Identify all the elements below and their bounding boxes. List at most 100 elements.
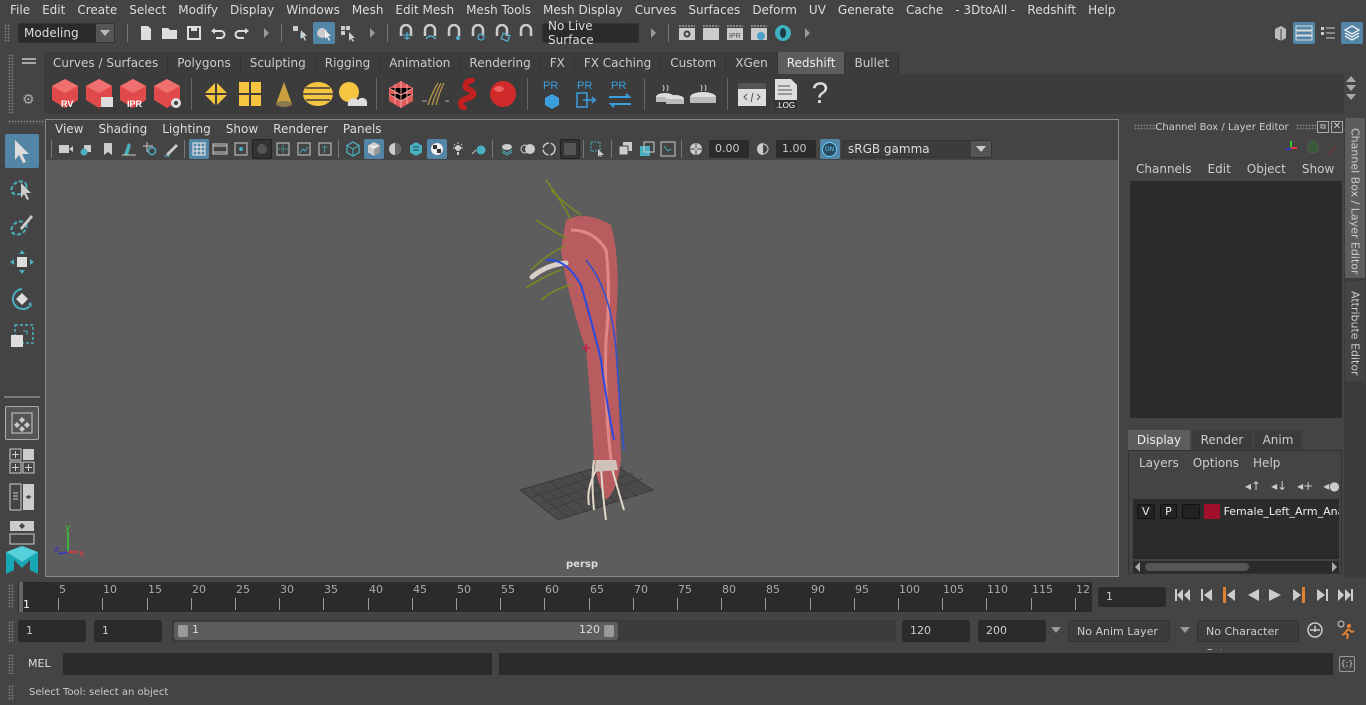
textured-toggle[interactable] [406,139,426,159]
redshift-render-view-button[interactable]: RV [49,77,81,111]
color-space-dropdown[interactable]: sRGB gamma [842,140,992,158]
script-editor-icon[interactable]: {;} [1339,656,1355,672]
safe-title-toggle[interactable]: T [315,139,335,159]
show-menu[interactable]: Show [1294,162,1342,176]
side-tab-attribute-editor[interactable]: Attribute Editor [1345,281,1365,381]
bake-pies-button[interactable] [653,77,685,111]
ipr-render-button[interactable]: IPR [724,22,746,44]
layer-display-type-toggle[interactable] [1182,503,1200,519]
menu-edit-mesh[interactable]: Edit Mesh [389,0,460,20]
shelf-tab-bullet[interactable]: Bullet [845,52,900,74]
log-button[interactable]: .LOG [770,77,802,111]
live-surface-field[interactable]: No Live Surface [542,19,639,47]
layer-tab-render[interactable]: Render [1192,430,1252,450]
mel-label[interactable]: MEL [28,657,51,670]
field-chart-toggle[interactable] [273,139,293,159]
chevron-down-icon[interactable] [1180,627,1190,633]
new-scene-button[interactable] [135,22,157,44]
clone-panel-button[interactable] [616,139,636,159]
menu-mesh-tools[interactable]: Mesh Tools [460,0,537,20]
menu-mesh[interactable]: Mesh [346,0,390,20]
viewport-panel[interactable]: View Shading Lighting Show Renderer Pane… [45,119,1119,577]
range-start-handle[interactable] [178,625,188,637]
anim-layer-dropdown[interactable]: No Anim Layer [1068,620,1170,642]
grease-pencil-button[interactable] [161,139,181,159]
channels-menu[interactable]: Channels [1130,162,1200,176]
shelf-tab-xgen[interactable]: XGen [726,52,778,74]
menu-surfaces[interactable]: Surfaces [682,0,746,20]
snap-grid-button[interactable] [395,22,417,44]
shelf-scroll-arrows[interactable] [1346,76,1356,112]
rotate-tool-button[interactable] [5,282,39,316]
side-tab-channel-box[interactable]: Channel Box / Layer Editor [1345,118,1365,278]
redshift-sphere-button[interactable] [487,77,519,111]
layer-visibility-toggle[interactable]: V [1137,503,1155,519]
vp-menu-lighting[interactable]: Lighting [156,122,220,136]
modeling-toolkit-button[interactable] [1269,22,1291,44]
character-set-dropdown[interactable]: No Character Set [1197,620,1299,660]
redshift-sun-sky-button[interactable] [336,77,368,111]
playback-start-field[interactable]: 1 [94,620,162,642]
shelf-tab-redshift[interactable]: Redshift [777,52,846,74]
menu-cache[interactable]: Cache [900,0,949,20]
resolution-gate-toggle[interactable] [231,139,251,159]
play-forwards-button[interactable] [1266,586,1284,604]
menu-display[interactable]: Display [224,0,280,20]
redshift-ies-light-button[interactable] [268,77,300,111]
range-slider-track[interactable]: 1 120 [172,620,896,642]
select-tool-button[interactable] [5,134,39,168]
shelf-tab-curves-surfaces[interactable]: Curves / Surfaces [44,52,169,74]
grid-toggle[interactable] [188,139,209,159]
hypershade-button[interactable] [772,22,794,44]
shelf-tab-fx[interactable]: FX [540,52,575,74]
shelf-tab-fx-caching[interactable]: FX Caching [574,52,662,74]
new-layer-icon[interactable]: ◂+ [1297,479,1313,493]
arm-anatomy-model[interactable] [525,179,625,521]
layers-menu[interactable]: Layers [1139,456,1193,470]
tool-settings-toggle[interactable] [1317,22,1339,44]
shelf-tab-animation[interactable]: Animation [380,52,461,74]
snap-curve-button[interactable] [419,22,441,44]
menu-file[interactable]: File [4,0,36,20]
paint-select-tool-button[interactable] [5,208,39,242]
scroll-left-icon[interactable] [1135,562,1140,572]
redshift-hair-button[interactable] [419,77,451,111]
tear-off-button[interactable] [637,139,657,159]
render-view-button[interactable] [676,22,698,44]
animation-preferences-button[interactable] [1336,620,1356,643]
script-editor-button[interactable] [736,77,768,111]
exposure-field[interactable]: 0.00 [709,140,749,158]
gamma-icon-button[interactable] [753,139,773,159]
step-back-key-button[interactable] [1198,586,1216,604]
layer-tab-display[interactable]: Display [1128,430,1190,450]
help-menu[interactable]: Help [1253,456,1280,470]
new-layer-from-selected-icon[interactable]: ◂● [1323,479,1340,493]
select-camera-button[interactable] [56,139,76,159]
chevron-down-icon[interactable] [1051,627,1061,633]
color-management-toggle[interactable]: ON [819,139,840,159]
vp-menu-view[interactable]: View [49,122,92,136]
float-panel-icon[interactable]: ⧉ [1317,121,1329,133]
step-back-frame-button[interactable] [1220,586,1238,604]
xray-toggle[interactable] [497,139,517,159]
redshift-dome-light-button[interactable] [302,77,334,111]
shelf-tab-polygons[interactable]: Polygons [168,52,241,74]
scale-tool-button[interactable] [5,319,39,353]
move-layer-down-icon[interactable]: ◂↓ [1271,479,1287,493]
step-forward-key-button[interactable] [1313,586,1331,604]
gate-mask-toggle[interactable] [251,139,272,159]
move-tool-button[interactable] [5,245,39,279]
render-settings-button[interactable] [748,22,770,44]
scroll-right-icon[interactable] [1332,562,1337,572]
outliner-persp-layout-button[interactable] [5,480,39,514]
bookmark-button[interactable] [98,139,118,159]
channel-list[interactable] [1130,181,1342,418]
select-component-button[interactable] [337,22,359,44]
menu-windows[interactable]: Windows [280,0,346,20]
menu-mesh-display[interactable]: Mesh Display [537,0,629,20]
redshift-pr-object-button[interactable]: PR [536,77,568,111]
redshift-portal-light-button[interactable] [234,77,266,111]
go-to-start-button[interactable] [1174,586,1192,604]
shelf-settings-gear-icon[interactable]: ⚙ [22,92,35,108]
animation-end-field[interactable]: 200 [978,620,1046,642]
